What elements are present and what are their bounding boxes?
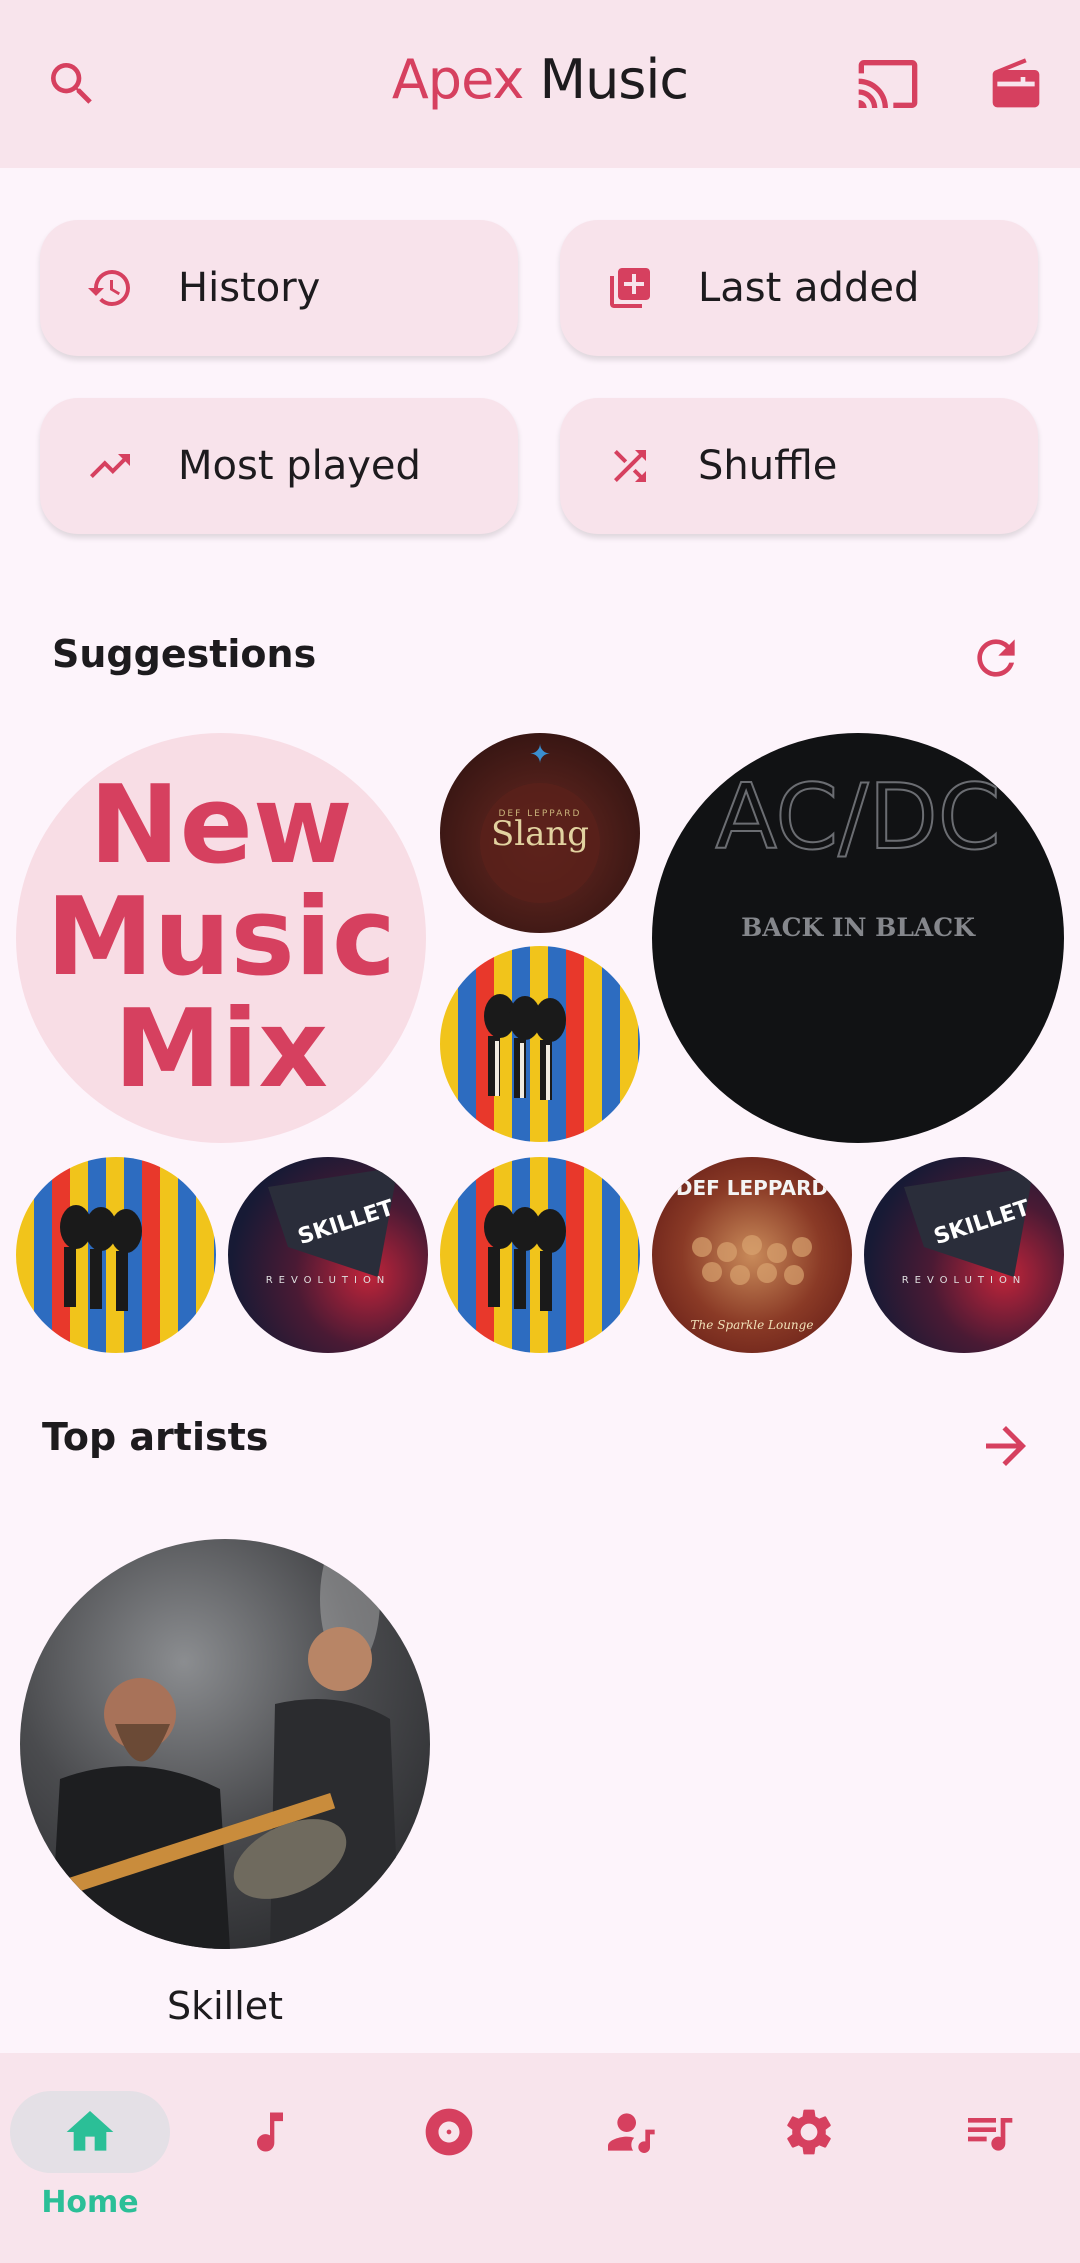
- suggestions-title: Suggestions: [52, 632, 317, 676]
- history-icon: [82, 260, 138, 316]
- stripes-artwork: [484, 994, 566, 1100]
- refresh-button[interactable]: [964, 626, 1028, 690]
- acdc-artwork: AC/DC BACK IN BLACK: [714, 764, 1001, 942]
- music-note-icon: [257, 2112, 283, 2152]
- album-cover-revolution[interactable]: SKILLET REVOLUTION: [228, 1157, 428, 1353]
- radio-icon: [992, 58, 1040, 108]
- refresh-icon: [977, 639, 1015, 677]
- playlist-icon: [968, 2118, 1013, 2151]
- app-bar: Apex Music: [0, 0, 1080, 168]
- shuffle-card[interactable]: Shuffle: [560, 398, 1038, 534]
- history-card[interactable]: History: [40, 220, 518, 356]
- mix-title: New Music Mix: [46, 770, 396, 1106]
- nav-playlists-pill: [909, 2091, 1069, 2173]
- arrow-forward-icon: [986, 1426, 1026, 1466]
- last-added-card[interactable]: Last added: [560, 220, 1038, 356]
- album-icon: [425, 2108, 473, 2156]
- album-cover-stripes[interactable]: [16, 1157, 216, 1353]
- nav-albums[interactable]: [369, 2091, 529, 2251]
- album-cover-back-in-black[interactable]: AC/DC BACK IN BLACK: [652, 733, 1064, 1143]
- nav-albums-pill: [369, 2091, 529, 2173]
- trending-up-icon: [82, 438, 138, 494]
- stripes-artwork: [484, 1205, 566, 1311]
- cast-icon: [858, 60, 918, 108]
- slang-artwork: ✦ DEF LEPPARD Slang: [480, 740, 600, 903]
- nav-settings[interactable]: [729, 2091, 889, 2251]
- artist-name: Skillet: [166, 1984, 284, 2028]
- album-cover-sparkle-lounge[interactable]: DEF LEPPARD The Sparkle Lounge: [652, 1157, 852, 1353]
- skillet-artwork: SKILLET REVOLUTION: [902, 1167, 1034, 1286]
- history-label: History: [178, 265, 321, 311]
- album-cover-revolution[interactable]: SKILLET REVOLUTION: [864, 1157, 1064, 1353]
- mix-line-2: Music: [46, 875, 396, 1000]
- stripes-artwork: [60, 1205, 142, 1311]
- sparkle-artwork: DEF LEPPARD The Sparkle Lounge: [676, 1176, 828, 1332]
- nav-playlists[interactable]: [909, 2091, 1069, 2251]
- radio-button[interactable]: [976, 44, 1056, 124]
- artist-icon: [608, 2113, 655, 2153]
- album-cover-slang[interactable]: ✦ DEF LEPPARD Slang: [440, 733, 640, 933]
- app-title-rest: Music: [539, 48, 689, 111]
- nav-home-indicator: [10, 2091, 170, 2173]
- slang-title: Slang: [491, 814, 589, 854]
- sparkle-band: DEF LEPPARD: [676, 1176, 828, 1200]
- nav-artists-pill: [549, 2091, 709, 2173]
- artist-photo: [44, 1539, 400, 1949]
- nav-home[interactable]: Home: [10, 2091, 170, 2251]
- shuffle-label: Shuffle: [698, 443, 838, 489]
- shuffle-icon: [602, 438, 658, 494]
- album-cover-stripes[interactable]: [440, 1157, 640, 1353]
- most-played-card[interactable]: Most played: [40, 398, 518, 534]
- library-add-icon: [602, 260, 658, 316]
- artist-avatar-skillet[interactable]: [20, 1539, 430, 1949]
- nav-settings-pill: [729, 2091, 889, 2173]
- top-artists-more-button[interactable]: [970, 1410, 1042, 1482]
- nav-home-label: Home: [41, 2185, 139, 2220]
- settings-icon: [787, 2109, 831, 2155]
- most-played-label: Most played: [178, 443, 421, 489]
- skillet-subtitle: REVOLUTION: [266, 1275, 391, 1286]
- app-title-accent: Apex: [391, 48, 524, 111]
- skillet-subtitle: REVOLUTION: [902, 1275, 1027, 1286]
- top-artists-title: Top artists: [42, 1415, 269, 1459]
- acdc-subtitle: BACK IN BLACK: [741, 913, 976, 942]
- home-icon: [66, 2111, 114, 2151]
- acdc-logo: AC/DC: [715, 765, 1000, 870]
- mix-line-1: New: [89, 763, 353, 888]
- mix-line-3: Mix: [113, 987, 329, 1112]
- sparkle-title: The Sparkle Lounge: [691, 1318, 814, 1332]
- last-added-label: Last added: [698, 265, 920, 311]
- cast-button[interactable]: [848, 44, 928, 124]
- album-cover-stripes[interactable]: [440, 946, 640, 1142]
- nav-songs[interactable]: [190, 2091, 350, 2251]
- bottom-navigation: Home: [0, 2053, 1080, 2263]
- skillet-artwork: SKILLET REVOLUTION: [266, 1167, 398, 1286]
- nav-songs-pill: [190, 2091, 350, 2173]
- nav-artists[interactable]: [549, 2091, 709, 2251]
- svg-text:✦: ✦: [529, 740, 551, 770]
- new-music-mix[interactable]: New Music Mix: [16, 733, 426, 1143]
